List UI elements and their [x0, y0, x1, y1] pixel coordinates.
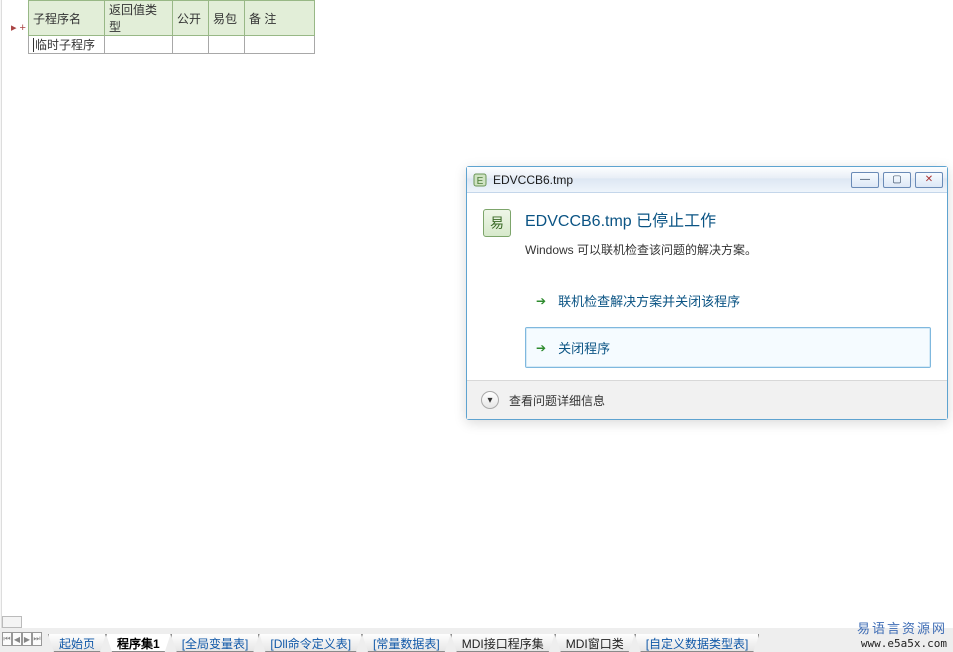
- crash-dialog: E EDVCCB6.tmp — ▢ ✕ 易 EDVCCB6.tmp 已停止工作 …: [466, 166, 948, 420]
- tab-nav-prev[interactable]: ◀: [12, 632, 22, 646]
- tab-start-page[interactable]: 起始页: [48, 634, 106, 652]
- subroutine-table: ▸ + 子程序名 返回值类型 公开 易包 备 注 临时子程序: [0, 0, 953, 54]
- maximize-button[interactable]: ▢: [883, 172, 911, 188]
- cell-remark[interactable]: [245, 36, 315, 54]
- tab-const-table[interactable]: [常量数据表]: [362, 634, 451, 652]
- brand-name: 易语言资源网: [857, 618, 947, 637]
- cell-public[interactable]: [173, 36, 209, 54]
- svg-text:E: E: [477, 176, 484, 187]
- tab-nav-next[interactable]: ▶: [22, 632, 32, 646]
- chevron-down-icon[interactable]: ▾: [481, 391, 499, 409]
- tab-mdi-window-class[interactable]: MDI窗口类: [555, 634, 635, 652]
- th-return-type[interactable]: 返回值类型: [105, 1, 173, 36]
- dialog-body: 易 EDVCCB6.tmp 已停止工作 Windows 可以联机检查该问题的解决…: [467, 193, 947, 380]
- arrow-right-icon: ➔: [536, 341, 546, 355]
- hscroll-stub[interactable]: [2, 616, 22, 628]
- tab-custom-types[interactable]: [自定义数据类型表]: [635, 634, 760, 652]
- dialog-titlebar[interactable]: E EDVCCB6.tmp — ▢ ✕: [467, 167, 947, 193]
- tab-global-vars[interactable]: [全局变量表]: [171, 634, 260, 652]
- table-row[interactable]: 临时子程序: [29, 36, 315, 54]
- cell-return-type[interactable]: [105, 36, 173, 54]
- option-label: 关闭程序: [558, 338, 610, 357]
- tab-list: 起始页 程序集1 [全局变量表] [Dll命令定义表] [常量数据表] MDI接…: [48, 630, 759, 652]
- brand-url: www.e5a5x.com: [857, 637, 947, 650]
- dialog-message-subtitle: Windows 可以联机检查该问题的解决方案。: [525, 241, 931, 258]
- minimize-button[interactable]: —: [851, 172, 879, 188]
- cell-name[interactable]: 临时子程序: [33, 38, 95, 52]
- dialog-footer: ▾ 查看问题详细信息: [467, 380, 947, 419]
- tab-mdi-interface[interactable]: MDI接口程序集: [451, 634, 555, 652]
- tab-nav-arrows: ⏮ ◀ ▶ ⏭: [2, 630, 42, 648]
- option-label: 联机检查解决方案并关闭该程序: [558, 291, 740, 310]
- th-name[interactable]: 子程序名: [29, 1, 105, 36]
- arrow-right-icon: ➔: [536, 294, 546, 308]
- close-button[interactable]: ✕: [915, 172, 943, 188]
- cell-pkg[interactable]: [209, 36, 245, 54]
- th-pkg[interactable]: 易包: [209, 1, 245, 36]
- bottom-tab-bar: ⏮ ◀ ▶ ⏭ 起始页 程序集1 [全局变量表] [Dll命令定义表] [常量数…: [0, 628, 953, 652]
- row-gutter-marker[interactable]: ▸ +: [0, 18, 28, 36]
- tab-nav-first[interactable]: ⏮: [2, 632, 12, 646]
- tab-nav-last[interactable]: ⏭: [32, 632, 42, 646]
- th-public[interactable]: 公开: [173, 1, 209, 36]
- program-icon: 易: [483, 209, 511, 237]
- option-check-online[interactable]: ➔ 联机检查解决方案并关闭该程序: [525, 280, 931, 321]
- option-close-program[interactable]: ➔ 关闭程序: [525, 327, 931, 368]
- th-remark[interactable]: 备 注: [245, 1, 315, 36]
- dialog-message-title: EDVCCB6.tmp 已停止工作: [525, 207, 931, 231]
- details-toggle-label[interactable]: 查看问题详细信息: [509, 392, 605, 409]
- tab-program-set-1[interactable]: 程序集1: [106, 634, 171, 652]
- header-table: 子程序名 返回值类型 公开 易包 备 注 临时子程序: [28, 0, 315, 54]
- dialog-window-title: EDVCCB6.tmp: [493, 173, 851, 187]
- app-icon: E: [473, 173, 487, 187]
- footer-brand: 易语言资源网 www.e5a5x.com: [857, 618, 947, 650]
- tab-dll-defs[interactable]: [Dll命令定义表]: [259, 634, 362, 652]
